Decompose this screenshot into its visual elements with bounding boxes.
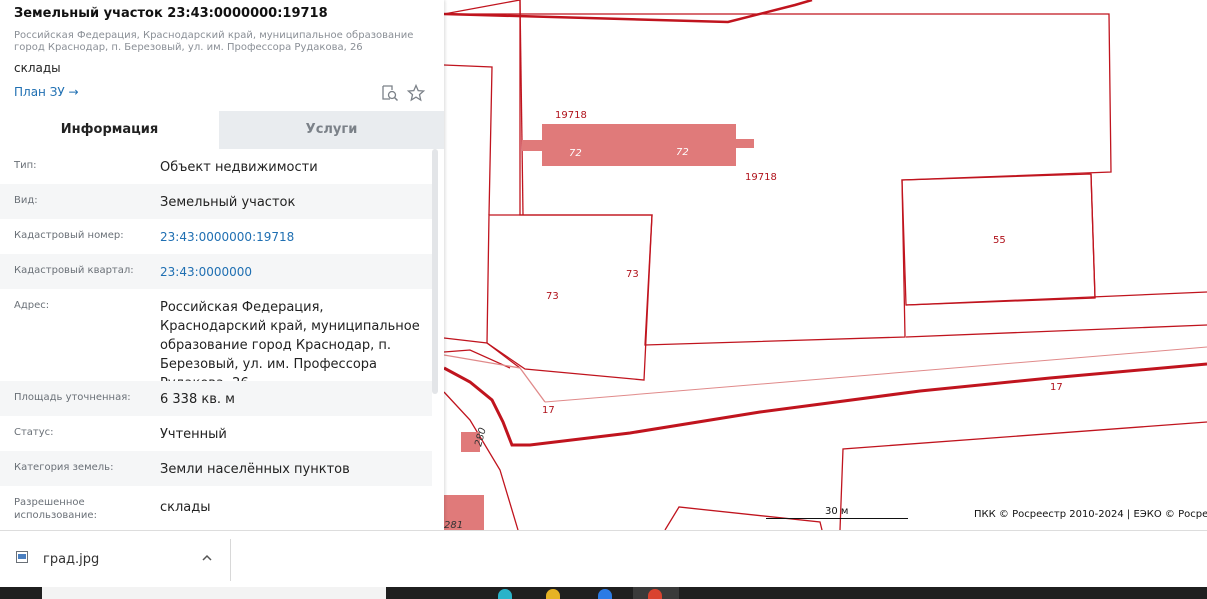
label-19718: 19718 <box>555 110 587 121</box>
label-73a: 73 <box>626 269 639 280</box>
info-row-area: Площадь уточненная: 6 338 кв. м <box>0 381 432 416</box>
parcel-73-boundary <box>486 214 653 381</box>
cadastral-quarter-link[interactable]: 23:43:0000000 <box>160 263 432 282</box>
divider <box>230 539 231 581</box>
info-value: Земельный участок <box>160 195 296 210</box>
taskbar-app-icon[interactable] <box>498 589 512 599</box>
info-value: Объект недвижимости <box>160 160 318 175</box>
info-key: Разрешенное использование: <box>14 497 97 521</box>
label-building-72a: 72 <box>569 148 582 159</box>
info-key: Категория земель: <box>14 462 114 473</box>
info-row-land-category: Категория земель: Земли населённых пункт… <box>0 451 432 486</box>
download-filename[interactable]: град.jpg <box>43 552 99 567</box>
label-building-72b: 72 <box>676 147 689 158</box>
page-title: Земельный участок 23:43:0000000:19718 <box>14 6 328 21</box>
label-55: 55 <box>993 235 1006 246</box>
info-key: Кадастровый квартал: <box>14 265 134 276</box>
tab-info[interactable]: Информация <box>0 111 219 149</box>
parcel-19718-boundary <box>443 0 1112 346</box>
taskbar-folder-icon[interactable] <box>546 589 560 599</box>
info-row-cadastral-number: Кадастровый номер: 23:43:0000000:19718 <box>0 219 432 254</box>
label-17a: 17 <box>1050 382 1063 393</box>
info-table: Тип: Объект недвижимости Вид: Земельный … <box>0 149 432 530</box>
info-row-kind: Вид: Земельный участок <box>0 184 432 219</box>
parcel-right-boundary-2 <box>905 324 1207 338</box>
parcel-line-left <box>443 337 521 369</box>
info-scrollbar[interactable] <box>432 149 438 394</box>
road-main-boundary <box>443 362 1207 447</box>
plan-link[interactable]: План ЗУ → <box>14 85 79 99</box>
info-key: Адрес: <box>14 300 50 311</box>
parcel-left-boundary <box>443 64 493 216</box>
label-73b: 73 <box>546 291 559 302</box>
zoom-to-object-icon[interactable] <box>380 83 400 103</box>
info-key: Вид: <box>14 195 38 206</box>
building-72-extension-left[interactable] <box>522 140 544 151</box>
info-key: Кадастровый номер: <box>14 230 124 241</box>
cadastral-number-link[interactable]: 23:43:0000000:19718 <box>160 228 432 247</box>
info-key: Тип: <box>14 160 37 171</box>
scale-bar-label: 30 м <box>825 506 849 517</box>
info-value: Земли населённых пунктов <box>160 462 350 477</box>
road-edge-upper <box>443 354 546 403</box>
taskbar-browser-icon[interactable] <box>648 589 662 599</box>
info-row-permitted-use: Разрешенное использование: склады <box>0 486 432 530</box>
building-72[interactable] <box>542 124 736 166</box>
map-attribution: ПКК © Росреестр 2010-2024 | ЕЭКО © Росре… <box>974 509 1207 520</box>
info-value: склады <box>160 500 211 515</box>
info-row-cadastral-quarter: Кадастровый квартал: 23:43:0000000 <box>0 254 432 289</box>
panel-tabs: Информация Услуги <box>0 111 444 149</box>
taskbar-app-icon[interactable] <box>598 589 612 599</box>
taskbar <box>0 587 1207 599</box>
info-row-address: Адрес: Российская Федерация, Краснодарск… <box>0 289 432 391</box>
taskbar-search-box[interactable] <box>42 587 386 599</box>
scale-bar <box>766 518 908 519</box>
star-icon[interactable] <box>406 83 426 103</box>
label-17b: 17 <box>542 405 555 416</box>
parcel-right-boundary <box>905 291 1207 306</box>
info-key: Статус: <box>14 427 54 438</box>
download-bar: град.jpg <box>0 530 1207 588</box>
info-value: Учтенный <box>160 427 227 442</box>
object-usage: склады <box>14 61 61 75</box>
building-72-extension-right[interactable] <box>736 139 754 148</box>
chevron-up-icon[interactable] <box>200 553 214 563</box>
parcel-55-divider <box>1090 173 1096 299</box>
label-19718-2: 19718 <box>745 172 777 183</box>
info-value: 6 338 кв. м <box>160 392 235 407</box>
info-value: Российская Федерация, Краснодарский край… <box>160 300 420 391</box>
object-address: Российская Федерация, Краснодарский край… <box>14 30 414 53</box>
image-file-icon <box>16 551 28 563</box>
object-info-panel: Земельный участок 23:43:0000000:19718 Ро… <box>0 0 444 530</box>
info-row-type: Тип: Объект недвижимости <box>0 149 432 184</box>
info-key: Площадь уточненная: <box>14 392 131 403</box>
info-row-status: Статус: Учтенный <box>0 416 432 451</box>
tab-services[interactable]: Услуги <box>219 111 444 149</box>
label-281: 281 <box>444 520 463 530</box>
